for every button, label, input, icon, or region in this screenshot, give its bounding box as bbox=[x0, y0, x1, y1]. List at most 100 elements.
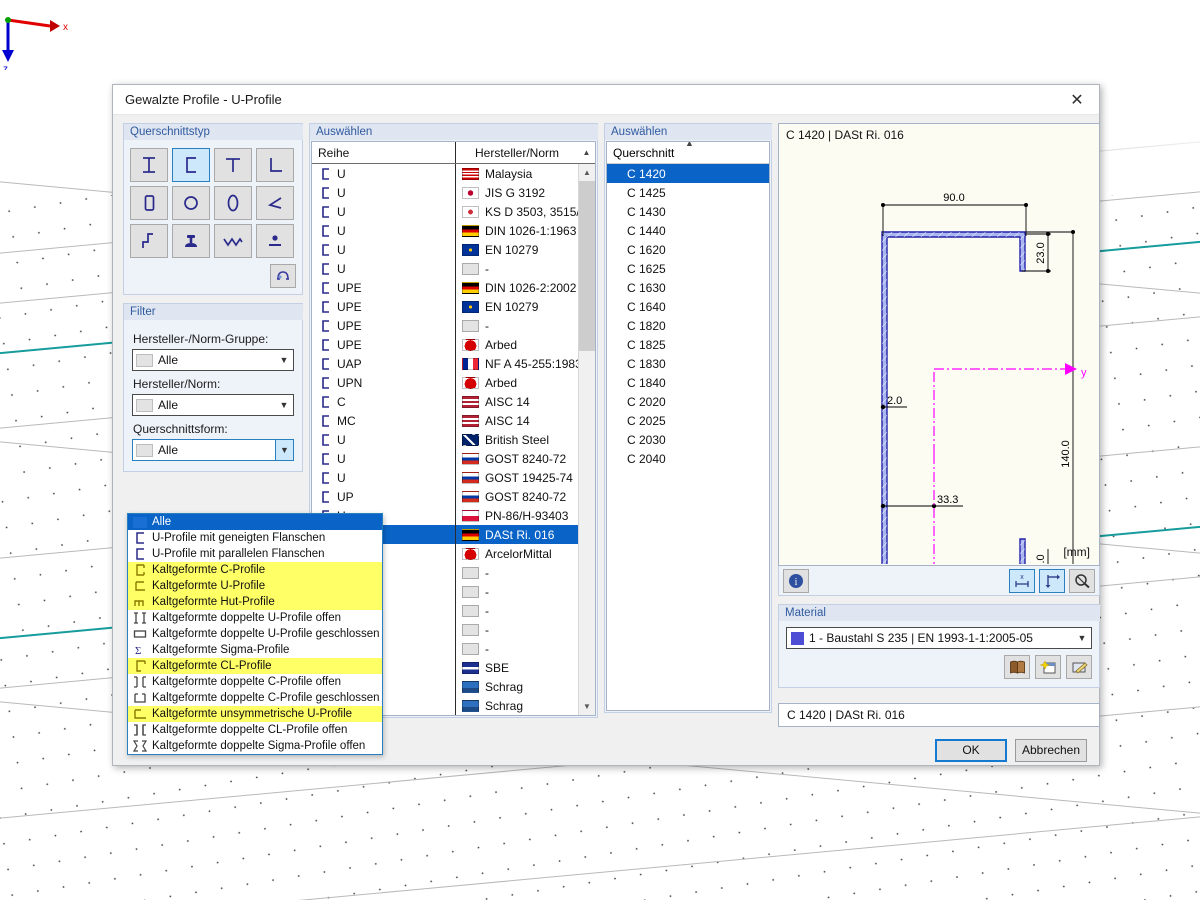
type-button-oval-hollow-section[interactable] bbox=[214, 186, 252, 220]
series-row-norm[interactable]: British Steel bbox=[456, 430, 578, 449]
scroll-up-icon[interactable]: ▲ bbox=[579, 164, 595, 181]
series-row-reihe[interactable]: UPE bbox=[312, 316, 455, 335]
manufacturer-norm-combo[interactable]: Alle ▼ bbox=[132, 394, 294, 416]
series-row-reihe[interactable]: U bbox=[312, 164, 455, 183]
series-row-norm[interactable]: Arbed bbox=[456, 335, 578, 354]
series-row-norm[interactable]: GOST 8240-72 bbox=[456, 487, 578, 506]
scroll-down-icon[interactable]: ▼ bbox=[579, 698, 595, 715]
axes-icon[interactable] bbox=[1039, 568, 1065, 593]
type-button-unequal-angle-section[interactable] bbox=[256, 186, 294, 220]
series-row-reihe[interactable]: UAP bbox=[312, 354, 455, 373]
series-row-reihe[interactable]: U bbox=[312, 221, 455, 240]
section-row[interactable]: C 1630 bbox=[607, 278, 769, 297]
section-row[interactable]: C 2025 bbox=[607, 411, 769, 430]
series-row-norm[interactable]: AISC 14 bbox=[456, 392, 578, 411]
section-row[interactable]: C 1440 bbox=[607, 221, 769, 240]
series-row-norm[interactable]: PN-86/H-93403 bbox=[456, 506, 578, 525]
series-row-norm[interactable]: - bbox=[456, 259, 578, 278]
dropdown-item[interactable]: Kaltgeformte Hut-Profile bbox=[128, 594, 382, 610]
dropdown-item[interactable]: Kaltgeformte unsymmetrische U-Profile bbox=[128, 706, 382, 722]
dropdown-item[interactable]: Kaltgeformte doppelte C-Profile offen bbox=[128, 674, 382, 690]
dropdown-item[interactable]: Kaltgeformte CL-Profile bbox=[128, 658, 382, 674]
section-shape-dropdown[interactable]: Alle U-Profile mit geneigten Flanschen U-P… bbox=[127, 513, 383, 755]
dropdown-item[interactable]: Kaltgeformte doppelte U-Profile offen bbox=[128, 610, 382, 626]
series-row-norm[interactable]: - bbox=[456, 582, 578, 601]
chevron-up-icon[interactable]: ▲ bbox=[578, 142, 595, 163]
series-list-scrollbar[interactable]: ▲ ▼ bbox=[578, 164, 595, 715]
section-row[interactable]: C 1825 bbox=[607, 335, 769, 354]
series-row-norm[interactable]: JIS G 3192 bbox=[456, 183, 578, 202]
dropdown-item[interactable]: Kaltgeformte C-Profile bbox=[128, 562, 382, 578]
series-row-reihe[interactable]: UPE bbox=[312, 335, 455, 354]
section-row[interactable]: C 1820 bbox=[607, 316, 769, 335]
chevron-down-icon[interactable]: ▼ bbox=[275, 440, 293, 460]
series-row-reihe[interactable]: U bbox=[312, 430, 455, 449]
material-combo[interactable]: 1 - Baustahl S 235 | EN 1993-1-1:2005-05… bbox=[786, 627, 1092, 649]
dropdown-item[interactable]: Σ Kaltgeformte Sigma-Profile bbox=[128, 642, 382, 658]
series-row-norm[interactable]: SBE bbox=[456, 658, 578, 677]
dimension-icon[interactable]: x bbox=[1009, 568, 1035, 593]
series-row-reihe[interactable]: U bbox=[312, 259, 455, 278]
series-row-norm[interactable]: Arbed bbox=[456, 373, 578, 392]
dropdown-item[interactable]: U-Profile mit geneigten Flanschen bbox=[128, 530, 382, 546]
zoom-icon[interactable] bbox=[1069, 568, 1095, 593]
series-row-norm[interactable]: Schrag bbox=[456, 696, 578, 715]
series-row-norm[interactable]: GOST 8240-72 bbox=[456, 449, 578, 468]
series-row-norm[interactable]: DIN 1026-1:1963 bbox=[456, 221, 578, 240]
series-row-reihe[interactable]: U bbox=[312, 468, 455, 487]
cancel-button[interactable]: Abbrechen bbox=[1015, 738, 1087, 762]
series-row-norm[interactable]: - bbox=[456, 601, 578, 620]
series-row-norm[interactable]: AISC 14 bbox=[456, 411, 578, 430]
dropdown-item[interactable]: Kaltgeformte U-Profile bbox=[128, 578, 382, 594]
section-row[interactable]: C 1420 bbox=[607, 164, 769, 183]
series-row-reihe[interactable]: U bbox=[312, 183, 455, 202]
manufacturer-group-combo[interactable]: Alle ▼ bbox=[132, 349, 294, 371]
type-button-angle-section[interactable] bbox=[256, 148, 294, 182]
section-row[interactable]: C 1625 bbox=[607, 259, 769, 278]
type-button-rail-section[interactable] bbox=[172, 224, 210, 258]
close-icon[interactable]: ✕ bbox=[1055, 85, 1099, 114]
series-row-norm[interactable]: GOST 19425-74 bbox=[456, 468, 578, 487]
series-row-norm[interactable]: ArcelorMittal bbox=[456, 544, 578, 563]
ok-button[interactable]: OK bbox=[935, 738, 1007, 762]
series-row-norm[interactable]: DIN 1026-2:2002 bbox=[456, 278, 578, 297]
series-row-norm[interactable]: - bbox=[456, 620, 578, 639]
series-row-reihe[interactable]: C bbox=[312, 392, 455, 411]
dropdown-item[interactable]: Kaltgeformte doppelte CL-Profile offen bbox=[128, 722, 382, 738]
chevron-down-icon[interactable]: ▼ bbox=[275, 395, 293, 415]
series-row-norm[interactable]: DASt Ri. 016 bbox=[456, 525, 578, 544]
series-row-reihe[interactable]: U bbox=[312, 202, 455, 221]
series-row-reihe[interactable]: UPE bbox=[312, 297, 455, 316]
series-row-norm[interactable]: EN 10279 bbox=[456, 240, 578, 259]
series-row-norm[interactable]: Malaysia bbox=[456, 164, 578, 183]
type-button-rectangular-hollow-section[interactable] bbox=[130, 186, 168, 220]
series-row-reihe[interactable]: UPN bbox=[312, 373, 455, 392]
series-row-reihe[interactable]: U bbox=[312, 240, 455, 259]
book-icon[interactable] bbox=[1004, 655, 1030, 679]
series-row-norm[interactable]: KS D 3503, 3515/35 bbox=[456, 202, 578, 221]
series-row-reihe[interactable]: U bbox=[312, 449, 455, 468]
section-row[interactable]: C 1830 bbox=[607, 354, 769, 373]
series-row-reihe[interactable]: UPE bbox=[312, 278, 455, 297]
dropdown-item[interactable]: U-Profile mit parallelen Flanschen bbox=[128, 546, 382, 562]
type-button-t-section[interactable] bbox=[214, 148, 252, 182]
type-button-corrugated-section[interactable] bbox=[214, 224, 252, 258]
new-icon[interactable] bbox=[1035, 655, 1061, 679]
series-row-reihe[interactable]: UP bbox=[312, 487, 455, 506]
scroll-track[interactable] bbox=[579, 181, 595, 698]
dropdown-item[interactable]: Kaltgeformte doppelte U-Profile geschlos… bbox=[128, 626, 382, 642]
section-row[interactable]: C 1425 bbox=[607, 183, 769, 202]
dropdown-item[interactable]: Alle bbox=[128, 514, 382, 530]
section-row[interactable]: C 2030 bbox=[607, 430, 769, 449]
series-row-norm[interactable]: - bbox=[456, 563, 578, 582]
section-row[interactable]: C 2020 bbox=[607, 392, 769, 411]
series-row-norm[interactable]: - bbox=[456, 639, 578, 658]
series-row-norm[interactable]: - bbox=[456, 316, 578, 335]
section-shape-combo[interactable]: Alle ▼ bbox=[132, 439, 294, 461]
edit-icon[interactable] bbox=[1066, 655, 1092, 679]
series-row-norm[interactable]: Schrag bbox=[456, 677, 578, 696]
type-button-circular-hollow-section[interactable] bbox=[172, 186, 210, 220]
section-row[interactable]: C 2040 bbox=[607, 449, 769, 468]
type-button-z-section[interactable] bbox=[130, 224, 168, 258]
type-button-i-section[interactable] bbox=[130, 148, 168, 182]
